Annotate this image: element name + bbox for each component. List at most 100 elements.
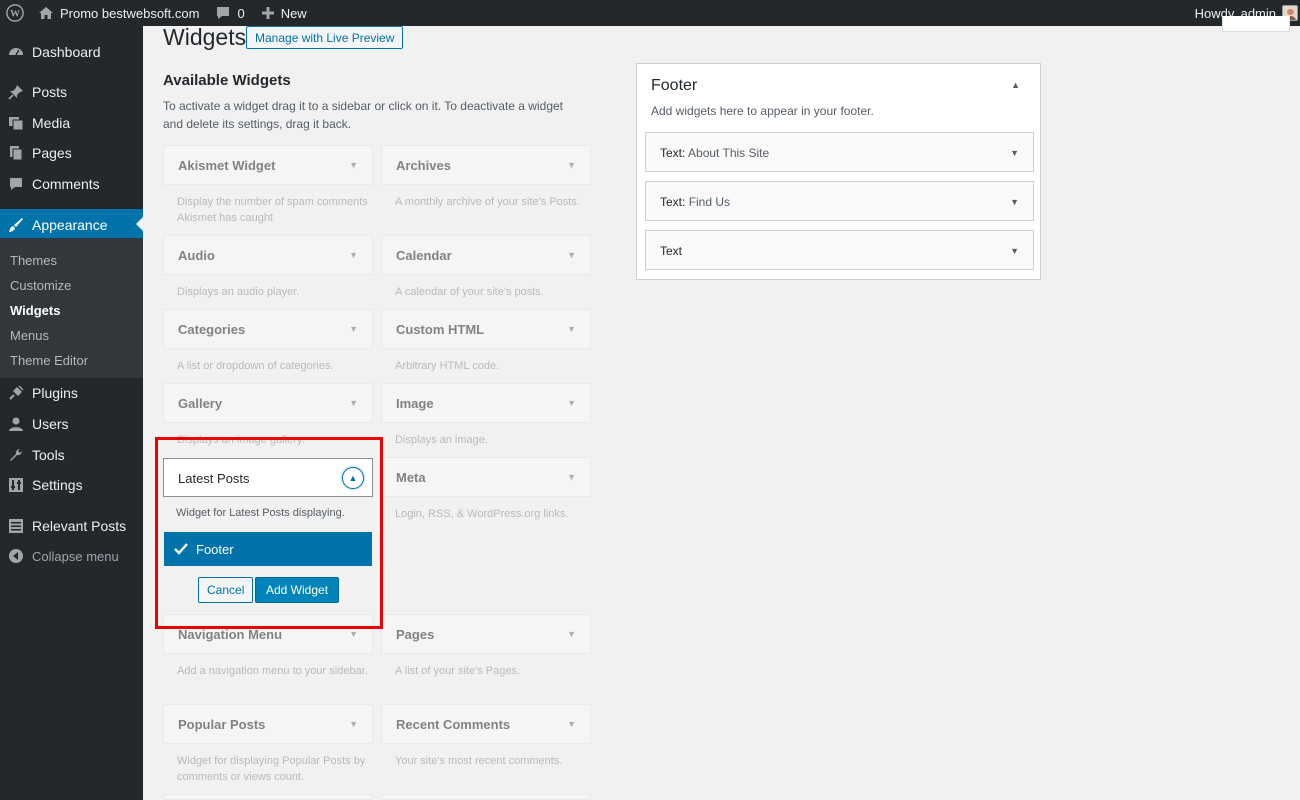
sidebar-item-comments[interactable]: Comments	[0, 169, 143, 199]
sidebar-item-users[interactable]: Users	[0, 409, 143, 439]
widget-title: Text: Find Us	[660, 195, 730, 209]
widget-description: Arbitrary HTML code.	[395, 360, 500, 372]
pin-icon	[8, 84, 24, 100]
widget-popular-posts[interactable]: Popular Posts ▼	[163, 704, 373, 744]
available-widgets-title: Available Widgets	[163, 72, 291, 89]
sidebar-item-relevant-posts[interactable]: Relevant Posts	[0, 511, 143, 541]
widget-meta[interactable]: Meta ▼	[381, 457, 591, 497]
chevron-down-icon: ▼	[349, 324, 358, 334]
comment-icon	[215, 5, 231, 21]
sidebar-item-plugins[interactable]: Plugins	[0, 378, 143, 408]
chevron-down-icon: ▼	[567, 398, 576, 408]
new-content-link[interactable]: New	[253, 0, 315, 26]
widget-title: Gallery	[178, 396, 223, 411]
widget-description: A list or dropdown of categories.	[177, 360, 334, 372]
pages-icon	[8, 145, 24, 161]
chevron-up-icon[interactable]: ▲	[1011, 80, 1020, 90]
submenu-item-widgets[interactable]: Widgets	[10, 303, 60, 318]
widget-archives[interactable]: Archives ▼	[381, 145, 591, 185]
widget-description: A calendar of your site's posts.	[395, 286, 544, 298]
widget-custom-html[interactable]: Custom HTML ▼	[381, 309, 591, 349]
media-icon	[8, 115, 24, 131]
widget-calendar[interactable]: Calendar ▼	[381, 235, 591, 275]
wordpress-logo-icon[interactable]: W	[0, 0, 30, 26]
chevron-down-icon: ▼	[1010, 246, 1019, 256]
chevron-down-icon: ▼	[349, 250, 358, 260]
home-icon	[38, 5, 54, 21]
live-preview-button[interactable]: Manage with Live Preview	[246, 26, 404, 49]
widget-title: Meta	[396, 470, 426, 485]
sidebar-item-posts[interactable]: Posts	[0, 77, 143, 107]
submenu-item-theme-editor[interactable]: Theme Editor	[10, 353, 88, 368]
sidebar-item-pages[interactable]: Pages	[0, 138, 143, 168]
widget-akismet[interactable]: Akismet Widget ▼	[163, 145, 373, 185]
chevron-down-icon: ▼	[1010, 148, 1019, 158]
list-icon	[8, 518, 24, 534]
sidebar-item-appearance[interactable]: Appearance	[0, 209, 143, 240]
chevron-down-icon: ▼	[567, 719, 576, 729]
footer-widget-text[interactable]: Text ▼	[645, 230, 1034, 270]
widget-audio[interactable]: Audio ▼	[163, 235, 373, 275]
wrench-icon	[8, 447, 24, 463]
widget-description: Display the number of spam comments Akis…	[177, 196, 368, 224]
widget-categories[interactable]: Categories ▼	[163, 309, 373, 349]
appearance-submenu: Themes Customize Widgets Menus Theme Edi…	[0, 238, 143, 378]
chevron-down-icon: ▼	[567, 629, 576, 639]
footer-sidebar-panel: Footer ▲ Add widgets here to appear in y…	[636, 63, 1041, 280]
widget-partial	[163, 794, 373, 800]
widget-image[interactable]: Image ▼	[381, 383, 591, 423]
admin-menu: Dashboard Posts Media Pages Comments App…	[0, 26, 143, 800]
sidebar-item-media[interactable]: Media	[0, 108, 143, 138]
page-title: Widgets	[163, 24, 247, 50]
admin-bar: W Promo bestwebsoft.com 0 New Howdy, adm…	[0, 0, 1300, 26]
plug-icon	[8, 385, 24, 401]
sidebar-item-label: Users	[32, 416, 69, 432]
chevron-down-icon: ▼	[567, 472, 576, 482]
widget-title: Recent Comments	[396, 717, 511, 732]
brush-icon	[8, 217, 24, 233]
sidebar-item-dashboard[interactable]: Dashboard	[0, 37, 143, 67]
widget-title: Text	[660, 244, 682, 258]
comments-link[interactable]: 0	[207, 0, 252, 26]
sidebar-title[interactable]: Footer	[651, 77, 697, 95]
widget-type: Text:	[660, 146, 686, 160]
footer-widget-find-us[interactable]: Text: Find Us ▼	[645, 181, 1034, 221]
sidebar-item-tools[interactable]: Tools	[0, 440, 143, 470]
widget-title: Akismet Widget	[178, 158, 276, 173]
site-name-label: Promo bestwebsoft.com	[60, 5, 200, 21]
new-label: New	[280, 5, 307, 21]
widget-title: Audio	[178, 248, 215, 263]
widget-name: Find Us	[688, 195, 731, 209]
widget-title: Popular Posts	[178, 717, 266, 732]
collapse-label: Collapse menu	[32, 548, 119, 564]
site-name-link[interactable]: Promo bestwebsoft.com	[30, 0, 207, 26]
widget-description: Login, RSS, & WordPress.org links.	[395, 508, 569, 520]
screen-options-tab[interactable]	[1222, 16, 1290, 32]
widget-name: About This Site	[688, 146, 770, 160]
footer-widget-about[interactable]: Text: About This Site ▼	[645, 132, 1034, 172]
submenu-item-customize[interactable]: Customize	[10, 278, 71, 293]
widget-title: Image	[396, 396, 434, 411]
widget-pages[interactable]: Pages ▼	[381, 614, 591, 654]
submenu-item-menus[interactable]: Menus	[10, 328, 49, 343]
plus-icon	[261, 6, 275, 20]
highlight-box	[155, 437, 383, 629]
sidebar-item-label: Comments	[32, 176, 100, 192]
widget-title: Archives	[396, 158, 451, 173]
chevron-down-icon: ▼	[567, 160, 576, 170]
sidebar-item-settings[interactable]: Settings	[0, 470, 143, 500]
chevron-down-icon: ▼	[349, 719, 358, 729]
collapse-icon	[8, 548, 24, 564]
widget-description: Displays an audio player.	[177, 286, 300, 298]
comment-icon	[8, 176, 24, 192]
widget-recent-comments[interactable]: Recent Comments ▼	[381, 704, 591, 744]
sidebar-item-label: Media	[32, 115, 71, 131]
chevron-down-icon: ▼	[349, 160, 358, 170]
widget-title: Categories	[178, 322, 246, 337]
sidebar-item-label: Plugins	[32, 385, 78, 401]
widget-gallery[interactable]: Gallery ▼	[163, 383, 373, 423]
submenu-item-themes[interactable]: Themes	[10, 253, 57, 268]
collapse-menu-button[interactable]: Collapse menu	[0, 541, 143, 571]
sidebar-item-label: Dashboard	[32, 44, 101, 60]
widget-description: Your site's most recent comments.	[395, 755, 563, 767]
